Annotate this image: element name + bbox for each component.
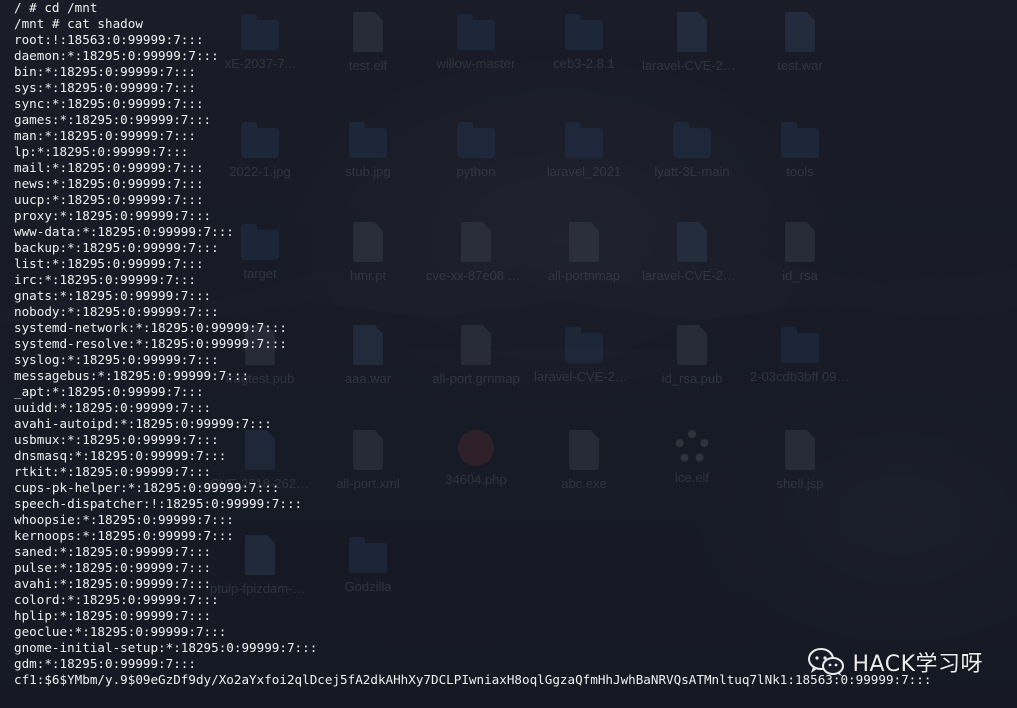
- terminal-line: www-data:*:18295:0:99999:7:::: [14, 224, 234, 239]
- terminal-line: speech-dispatcher:!:18295:0:99999:7:::: [14, 496, 303, 511]
- terminal-line: rtkit:*:18295:0:99999:7:::: [14, 464, 212, 479]
- terminal-window[interactable]: / # cd /mnt/mnt # cat shadow root:!:18563…: [0, 0, 1017, 708]
- terminal-line: cf1:$6$YMbm/y.9$09eGzDf9dy/Xo2aYxfoi2qlD…: [14, 672, 932, 687]
- terminal-output: / # cd /mnt/mnt # cat shadow root:!:18563…: [14, 0, 931, 688]
- terminal-line: proxy:*:18295:0:99999:7:::: [14, 208, 212, 223]
- terminal-line: / # cd /mnt: [14, 0, 98, 15]
- terminal-line: colord:*:18295:0:99999:7:::: [14, 592, 219, 607]
- watermark-text: HACK学习呀: [852, 652, 983, 677]
- terminal-line: systemd-network:*:18295:0:99999:7:::: [14, 320, 287, 335]
- terminal-line: dnsmasq:*:18295:0:99999:7:::: [14, 448, 227, 463]
- terminal-line: list:*:18295:0:99999:7:::: [14, 256, 204, 271]
- terminal-line: bin:*:18295:0:99999:7:::: [14, 64, 196, 79]
- terminal-line: /mnt # cat shadow: [14, 16, 143, 31]
- terminal-line: root:!:18563:0:99999:7:::: [14, 32, 204, 47]
- terminal-line: irc:*:18295:0:99999:7:::: [14, 272, 196, 287]
- terminal-line: usbmux:*:18295:0:99999:7:::: [14, 432, 219, 447]
- terminal-line: whoopsie:*:18295:0:99999:7:::: [14, 512, 234, 527]
- terminal-line: games:*:18295:0:99999:7:::: [14, 112, 212, 127]
- terminal-line: sync:*:18295:0:99999:7:::: [14, 96, 204, 111]
- terminal-line: sys:*:18295:0:99999:7:::: [14, 80, 196, 95]
- terminal-line: hplip:*:18295:0:99999:7:::: [14, 608, 212, 623]
- terminal-line: avahi:*:18295:0:99999:7:::: [14, 576, 212, 591]
- terminal-line: gnats:*:18295:0:99999:7:::: [14, 288, 212, 303]
- terminal-line: uuidd:*:18295:0:99999:7:::: [14, 400, 212, 415]
- terminal-line: messagebus:*:18295:0:99999:7:::: [14, 368, 250, 383]
- terminal-line: _apt:*:18295:0:99999:7:::: [14, 384, 204, 399]
- terminal-line: lp:*:18295:0:99999:7:::: [14, 144, 189, 159]
- wechat-icon: [807, 647, 845, 677]
- terminal-line: cups-pk-helper:*:18295:0:99999:7:::: [14, 480, 280, 495]
- terminal-line: uucp:*:18295:0:99999:7:::: [14, 192, 204, 207]
- terminal-line: news:*:18295:0:99999:7:::: [14, 176, 204, 191]
- terminal-line: saned:*:18295:0:99999:7:::: [14, 544, 212, 559]
- terminal-line: systemd-resolve:*:18295:0:99999:7:::: [14, 336, 287, 351]
- terminal-line: gdm:*:18295:0:99999:7:::: [14, 656, 196, 671]
- watermark: HACK学习呀: [807, 646, 984, 678]
- terminal-line: geoclue:*:18295:0:99999:7:::: [14, 624, 227, 639]
- terminal-line: mail:*:18295:0:99999:7:::: [14, 160, 204, 175]
- terminal-line: syslog:*:18295:0:99999:7:::: [14, 352, 219, 367]
- terminal-line: backup:*:18295:0:99999:7:::: [14, 240, 219, 255]
- terminal-line: daemon:*:18295:0:99999:7:::: [14, 48, 219, 63]
- terminal-line: avahi-autoipd:*:18295:0:99999:7:::: [14, 416, 272, 431]
- terminal-line: kernoops:*:18295:0:99999:7:::: [14, 528, 234, 543]
- terminal-line: gnome-initial-setup:*:18295:0:99999:7:::: [14, 640, 318, 655]
- terminal-line: nobody:*:18295:0:99999:7:::: [14, 304, 219, 319]
- terminal-line: man:*:18295:0:99999:7:::: [14, 128, 196, 143]
- terminal-line: pulse:*:18295:0:99999:7:::: [14, 560, 212, 575]
